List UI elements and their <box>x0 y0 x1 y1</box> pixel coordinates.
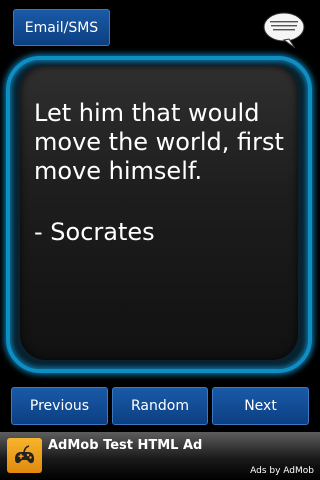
gamepad-icon <box>15 445 34 464</box>
ad-banner[interactable]: AdMob Test HTML Ad Ads by AdMob <box>0 432 320 480</box>
ad-title: AdMob Test HTML Ad <box>48 438 203 453</box>
quote-frame: Let him that would move the world, first… <box>6 56 312 373</box>
next-button[interactable]: Next <box>212 387 309 425</box>
email-sms-button[interactable]: Email/SMS <box>13 9 110 46</box>
ad-attribution: Ads by AdMob <box>250 466 314 476</box>
quote-text: Let him that would move the world, first… <box>34 99 284 185</box>
ad-icon <box>7 438 42 473</box>
speech-bubble-icon[interactable] <box>262 10 306 50</box>
previous-button[interactable]: Previous <box>11 387 108 425</box>
quote-card: Let him that would move the world, first… <box>20 65 298 360</box>
random-button[interactable]: Random <box>112 387 208 425</box>
quote-author: - Socrates <box>34 218 155 246</box>
